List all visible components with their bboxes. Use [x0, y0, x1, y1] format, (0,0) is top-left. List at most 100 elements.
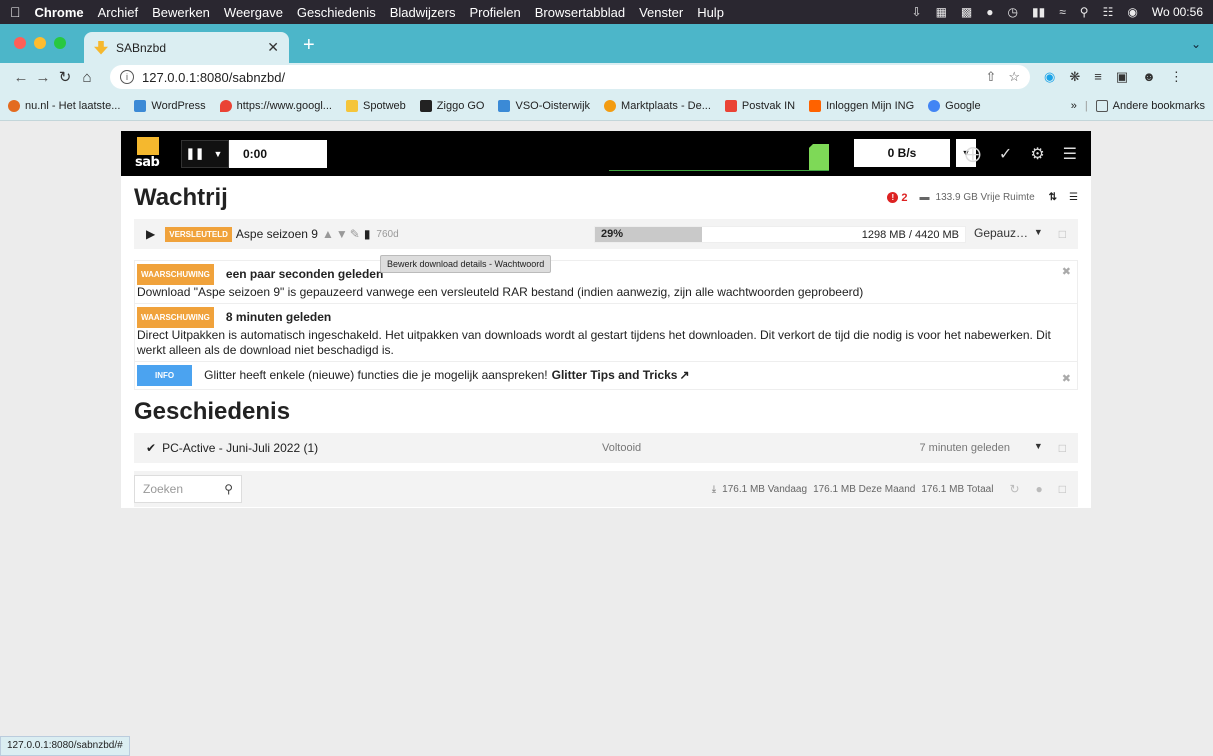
time-machine-icon[interactable]: ◷	[1008, 5, 1018, 19]
battery-icon[interactable]: ▮▮	[1032, 5, 1045, 19]
bookmark-google-maps[interactable]: https://www.googl...	[219, 99, 332, 112]
warnings-count[interactable]: ! 2	[887, 192, 908, 204]
new-tab-button[interactable]: +	[303, 34, 315, 57]
hamburger-menu-icon[interactable]: ☰	[1063, 144, 1077, 164]
minimize-window-button[interactable]	[34, 37, 46, 49]
reload-icon[interactable]: ↻	[54, 68, 76, 86]
menu-chrome[interactable]: Chrome	[35, 5, 84, 20]
sort-icon[interactable]: ⇅	[1049, 192, 1057, 203]
move-down-icon[interactable]: ▼	[336, 227, 348, 241]
bookmark-google[interactable]: Google	[928, 99, 981, 112]
download-status-icon[interactable]: ⇩	[912, 5, 922, 19]
address-bar[interactable]: i 127.0.0.1:8080/sabnzbd/ ⇧ ☆	[110, 65, 1030, 89]
home-icon[interactable]: ⌂	[76, 69, 98, 86]
add-nzb-icon[interactable]: ⨁	[965, 144, 981, 164]
back-icon[interactable]: ←	[10, 69, 32, 86]
ziggo-icon	[419, 99, 432, 112]
history-trash-icon[interactable]: □	[1059, 441, 1066, 455]
queue-item-dropdown-icon[interactable]: ▼	[1034, 227, 1043, 241]
queue-item-name[interactable]: Aspe seizoen 9	[236, 227, 318, 241]
zoom-window-button[interactable]	[54, 37, 66, 49]
menu-hulp[interactable]: Hulp	[697, 5, 724, 20]
external-link-icon[interactable]: ↗	[679, 368, 689, 383]
menu-geschiedenis[interactable]: Geschiedenis	[297, 5, 376, 20]
trash-icon[interactable]: □	[1059, 227, 1066, 241]
history-row[interactable]: ✔ PC-Active - Juni-Juli 2022 (1) Voltooi…	[134, 433, 1078, 463]
move-up-icon[interactable]: ▲	[322, 227, 334, 241]
queue-row[interactable]: ▶ VERSLEUTELD Aspe seizoen 9 ▲ ▼ ✎ ▮ 760…	[134, 219, 1078, 249]
menu-bladwijzers[interactable]: Bladwijzers	[390, 5, 456, 20]
close-tab-icon[interactable]: ✕	[267, 39, 279, 56]
tab-sabnzbd[interactable]: SABnzbd ✕	[84, 32, 289, 63]
other-bookmarks-folder[interactable]: Andere bookmarks	[1095, 99, 1205, 112]
bookmark-spotweb[interactable]: Spotweb	[345, 99, 406, 112]
gear-icon[interactable]: ⚙	[1030, 144, 1044, 164]
menu-bewerken[interactable]: Bewerken	[152, 5, 210, 20]
messages-panel: WAARSCHUWING een paar seconden geleden D…	[134, 260, 1078, 390]
downloaded-total: 176.1 MB Totaal	[921, 483, 994, 495]
bookmark-wordpress[interactable]: WordPress	[134, 99, 206, 112]
site-info-icon[interactable]: i	[120, 70, 134, 84]
queue-view-icon[interactable]: ☰	[1069, 192, 1078, 203]
search-icon[interactable]: ⚲	[224, 482, 233, 496]
sabnzbd-logo[interactable]: sab	[135, 137, 161, 170]
folder-open-icon[interactable]: ▮	[364, 227, 371, 241]
spotlight-icon[interactable]: ⚲	[1080, 5, 1089, 19]
pause-icon[interactable]: ❚❚	[182, 141, 208, 167]
bookmark-star-icon[interactable]: ☆	[1008, 69, 1020, 85]
failed-info-icon[interactable]: ●	[1036, 482, 1043, 496]
info-message: INFO Glitter heeft enkele (nieuwe) funct…	[135, 362, 1077, 389]
browser-toolbar: ← → ↻ ⌂ i 127.0.0.1:8080/sabnzbd/ ⇧ ☆ ◉ …	[0, 63, 1213, 91]
speed-limit-value[interactable]: 0 B/s	[854, 139, 950, 167]
apple-icon[interactable]: 	[10, 4, 21, 20]
menubar-clock[interactable]: Wo 00:56	[1152, 5, 1203, 19]
bookmarks-overflow-button[interactable]: »	[1071, 100, 1077, 112]
history-item-dropdown-icon[interactable]: ▼	[1034, 441, 1043, 455]
history-item-time: 7 minuten geleden	[919, 442, 1010, 454]
share-icon[interactable]: ⇧	[985, 69, 996, 85]
folder-icon	[1095, 99, 1108, 112]
dismiss-info-icon[interactable]: ✖	[1062, 372, 1071, 385]
pencil-icon[interactable]: ✎	[350, 227, 360, 241]
control-center-icon[interactable]: ☷	[1103, 5, 1114, 19]
ing-icon	[809, 99, 822, 112]
menu-archief[interactable]: Archief	[98, 5, 138, 20]
search-input[interactable]: Zoeken ⚲	[134, 475, 242, 503]
dismiss-warnings-icon[interactable]: ✖	[1062, 265, 1071, 278]
bookmark-ing[interactable]: Inloggen Mijn ING	[809, 99, 914, 112]
bookmark-nu-nl[interactable]: nu.nl - Het laatste...	[8, 99, 120, 112]
wifi-icon[interactable]: ≈	[1059, 5, 1066, 19]
menu-profielen[interactable]: Profielen	[469, 5, 520, 20]
side-panel-icon[interactable]: ▣	[1116, 69, 1128, 85]
play-icon[interactable]: ▶	[146, 227, 155, 241]
profile-avatar[interactable]: ☻	[1142, 69, 1156, 85]
close-window-button[interactable]	[14, 37, 26, 49]
pause-dropdown-icon[interactable]: ▼	[208, 141, 228, 167]
chrome-menu-icon[interactable]: ⋮	[1170, 69, 1183, 85]
pause-timer[interactable]: 0:00	[229, 139, 327, 168]
menu-venster[interactable]: Venster	[639, 5, 683, 20]
wrench-icon[interactable]: ✓	[999, 144, 1012, 164]
forward-icon[interactable]: →	[32, 69, 54, 86]
bookmark-marktplaats[interactable]: Marktplaats - De...	[604, 99, 711, 112]
history-item-name[interactable]: PC-Active - Juni-Juli 2022 (1)	[162, 441, 318, 455]
bookmark-postvak-in[interactable]: Postvak IN	[724, 99, 795, 112]
extension-icon[interactable]: ◉	[1044, 69, 1055, 85]
speed-graph-spike	[809, 144, 829, 170]
display-icon[interactable]: ▩	[961, 5, 972, 19]
menu-browsertabblad[interactable]: Browsertabblad	[535, 5, 625, 20]
clear-history-icon[interactable]: □	[1059, 482, 1066, 496]
bookmark-vso-oisterwijk[interactable]: VSO-Oisterwijk	[498, 99, 590, 112]
queue-item-status[interactable]: Gepauz…	[974, 226, 1028, 240]
siri-icon[interactable]: ◉	[1127, 5, 1137, 19]
glitter-tips-link[interactable]: Glitter Tips and Tricks	[552, 368, 678, 383]
record-icon[interactable]: ●	[986, 5, 993, 19]
menu-weergave[interactable]: Weergave	[224, 5, 283, 20]
puzzle-icon[interactable]: ❋	[1069, 69, 1080, 85]
message-item: WAARSCHUWING 8 minuten geleden Direct Ui…	[135, 304, 1077, 362]
tab-search-chevron-icon[interactable]: ⌄	[1191, 37, 1201, 51]
retry-icon[interactable]: ↻	[1009, 482, 1019, 496]
reading-list-icon[interactable]: ≡	[1094, 69, 1102, 85]
bookmark-ziggo-go[interactable]: Ziggo GO	[419, 99, 484, 112]
screen-icon[interactable]: ▦	[936, 5, 947, 19]
